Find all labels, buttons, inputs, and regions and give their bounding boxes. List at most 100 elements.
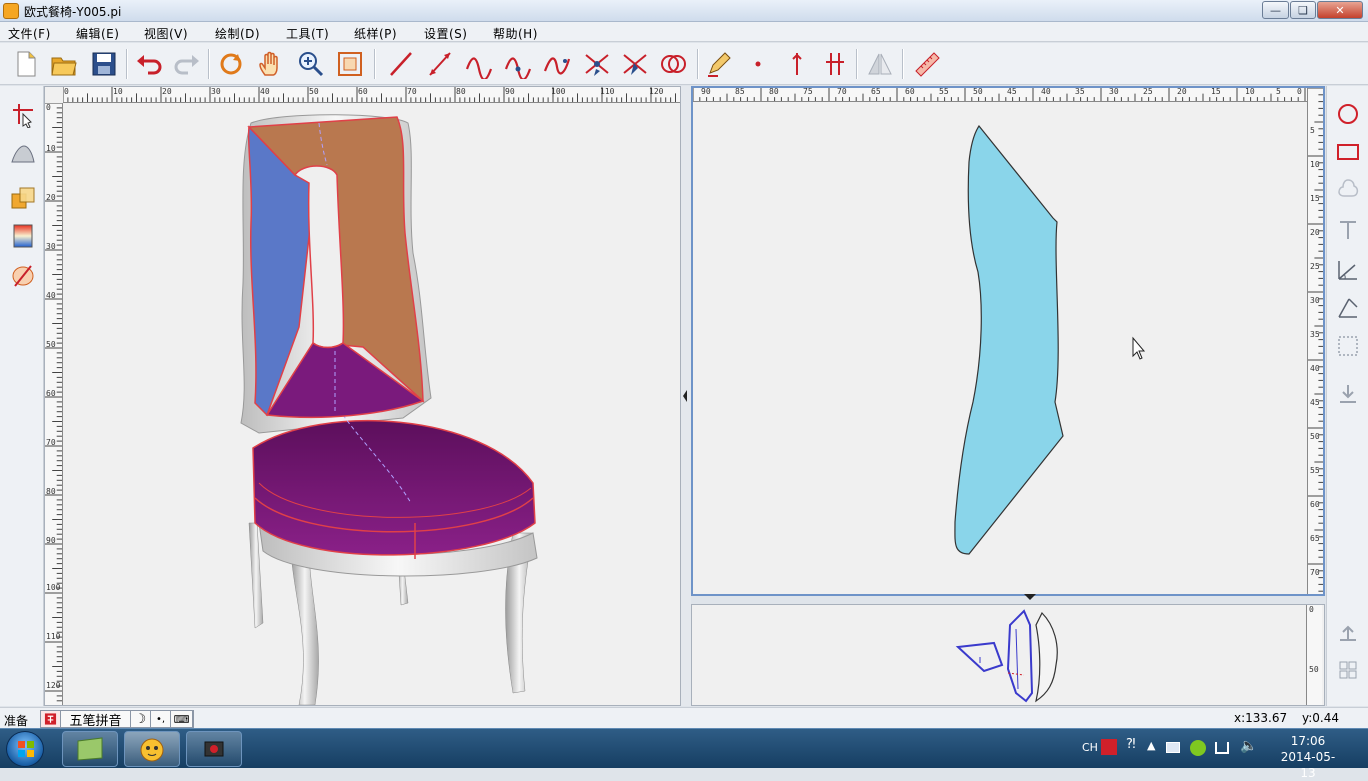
split-tool-icon[interactable] [618, 47, 652, 81]
tray-expand-icon[interactable]: ▲ [1147, 739, 1155, 752]
tray-addon-icon[interactable] [1190, 740, 1206, 756]
measure-ruler-icon[interactable] [910, 47, 944, 81]
circle-intersect-icon[interactable] [656, 47, 690, 81]
seat-cushion [252, 420, 536, 556]
dotted-rect-icon[interactable] [1332, 330, 1364, 362]
start-button[interactable] [6, 731, 44, 767]
horizontal-ruler: 0 10 20 30 40 50 60 70 80 90 100 110 120 [63, 87, 680, 103]
maximize-button[interactable]: ❑ [1290, 1, 1316, 19]
curve-tool-icon[interactable] [462, 47, 496, 81]
text-tool-icon[interactable] [1332, 214, 1364, 246]
ime-toolbar[interactable]: 五笔拼音 ☽ •, ⌨ [40, 710, 194, 729]
pattern-canvas[interactable] [693, 102, 1307, 594]
3d-model-view[interactable]: 0 10 20 30 40 50 60 70 80 90 100 110 120… [44, 86, 681, 706]
redo-icon[interactable] [170, 47, 204, 81]
ime-moon-icon[interactable]: ☽ [131, 711, 151, 727]
shape-tool-icon[interactable] [1332, 174, 1364, 206]
ruler-label: 30 [46, 242, 56, 251]
point-tool-icon[interactable] [741, 47, 775, 81]
ime-punct-icon[interactable]: •, [151, 711, 171, 727]
undo-icon[interactable] [132, 47, 166, 81]
zoom-icon[interactable] [294, 47, 328, 81]
line-tool-icon[interactable] [384, 47, 418, 81]
status-bar: 准备 五笔拼音 ☽ •, ⌨ x:133.67 y:0.44 [0, 707, 1368, 729]
angle-tool-icon[interactable] [1332, 254, 1364, 286]
pan-hand-icon[interactable] [254, 47, 288, 81]
spline-tool-icon[interactable] [501, 47, 535, 81]
menu-draw[interactable]: 绘制(D) [215, 25, 260, 42]
new-file-icon[interactable] [9, 47, 43, 81]
menu-edit[interactable]: 编辑(E) [76, 25, 119, 42]
select-move-icon[interactable] [7, 98, 39, 130]
ime-name[interactable]: 五笔拼音 [61, 711, 131, 729]
notch-tool-icon[interactable] [780, 47, 814, 81]
thumbnail-canvas[interactable] [692, 605, 1306, 705]
save-icon[interactable] [87, 47, 121, 81]
ruler-label: 100 [46, 583, 61, 592]
open-folder-icon[interactable] [47, 47, 81, 81]
taskbar-app-recorder[interactable] [186, 731, 242, 767]
ruler-label: 5 [1310, 126, 1315, 135]
fit-view-icon[interactable] [333, 47, 367, 81]
thumb-piece[interactable] [1006, 609, 1034, 703]
pattern-piece[interactable] [954, 124, 1064, 555]
ruler-label: 90 [46, 536, 56, 545]
ruler-label: 30 [1109, 88, 1119, 96]
menu-file[interactable]: 文件(F) [8, 25, 51, 42]
color-gradient-icon[interactable] [7, 220, 39, 252]
ruler-label: 30 [211, 87, 221, 96]
ruler-label: 20 [1177, 88, 1187, 96]
tray-ime-icon[interactable] [1101, 739, 1117, 755]
tray-language[interactable]: CH [1082, 741, 1098, 754]
rotate-view-icon[interactable] [214, 47, 248, 81]
tray-help-icon[interactable]: ⁈ [1126, 737, 1136, 752]
rectangle-tool-icon[interactable] [1332, 136, 1364, 168]
chair-3d-model[interactable] [63, 103, 680, 705]
thumb-piece[interactable] [1035, 611, 1058, 703]
menu-settings[interactable]: 设置(S) [424, 25, 467, 42]
ruler-label: 120 [46, 681, 61, 690]
parallel-notch-icon[interactable] [818, 47, 852, 81]
tray-display-icon[interactable] [1166, 742, 1180, 753]
ime-keyboard-icon[interactable]: ⌨ [171, 711, 193, 727]
taskbar-app-viewer[interactable] [62, 731, 118, 767]
ruler-label: 60 [46, 389, 56, 398]
ruler-label: 20 [46, 193, 56, 202]
ruler-label: 65 [871, 88, 881, 96]
upload-arrow-icon[interactable] [1332, 616, 1364, 648]
menu-pattern[interactable]: 纸样(P) [354, 25, 397, 42]
mirror-icon[interactable] [863, 47, 897, 81]
ruler-label: 50 [1309, 665, 1319, 674]
download-arrow-icon[interactable] [1332, 378, 1364, 410]
ruler-label: 60 [1310, 500, 1320, 509]
taskbar-app-pattern[interactable] [124, 731, 180, 767]
minimize-button[interactable]: — [1262, 1, 1289, 19]
pattern-2d-view[interactable]: 90 85 80 75 70 65 60 55 50 45 40 35 30 2… [691, 86, 1325, 600]
bezier-tool-icon[interactable] [540, 47, 574, 81]
intersect-tool-icon[interactable] [580, 47, 614, 81]
dimension-line-icon[interactable] [423, 47, 457, 81]
surface-tool-icon[interactable] [7, 138, 39, 170]
circle-tool-icon[interactable] [1332, 98, 1364, 130]
ruler-label: 40 [260, 87, 270, 96]
grid-icon[interactable] [1332, 654, 1364, 686]
view-splitter[interactable] [681, 86, 691, 706]
menu-help[interactable]: 帮助(H) [493, 25, 538, 42]
layer-tool-icon[interactable] [7, 182, 39, 214]
tray-clock[interactable]: 17:06 2014-05-13 [1276, 733, 1340, 781]
angle-measure-icon[interactable] [1332, 292, 1364, 324]
menu-tools[interactable]: 工具(T) [286, 25, 329, 42]
ruler-label: 110 [600, 87, 615, 96]
ruler-label: 5 [1276, 88, 1281, 96]
ruler-label: 20 [1310, 228, 1320, 237]
cut-surface-icon[interactable] [7, 260, 39, 292]
pattern-thumbnail-view[interactable]: 0 50 [691, 604, 1325, 706]
title-bar: 欧式餐椅-Y005.pi — ❑ ✕ [0, 0, 1368, 22]
ime-logo-icon[interactable] [41, 711, 61, 727]
tray-network-icon[interactable] [1215, 742, 1229, 754]
close-button[interactable]: ✕ [1317, 1, 1363, 19]
pencil-icon[interactable] [702, 47, 736, 81]
tray-volume-icon[interactable]: 🔈 [1240, 738, 1257, 754]
menu-view[interactable]: 视图(V) [144, 25, 188, 42]
app-icon [3, 3, 19, 19]
